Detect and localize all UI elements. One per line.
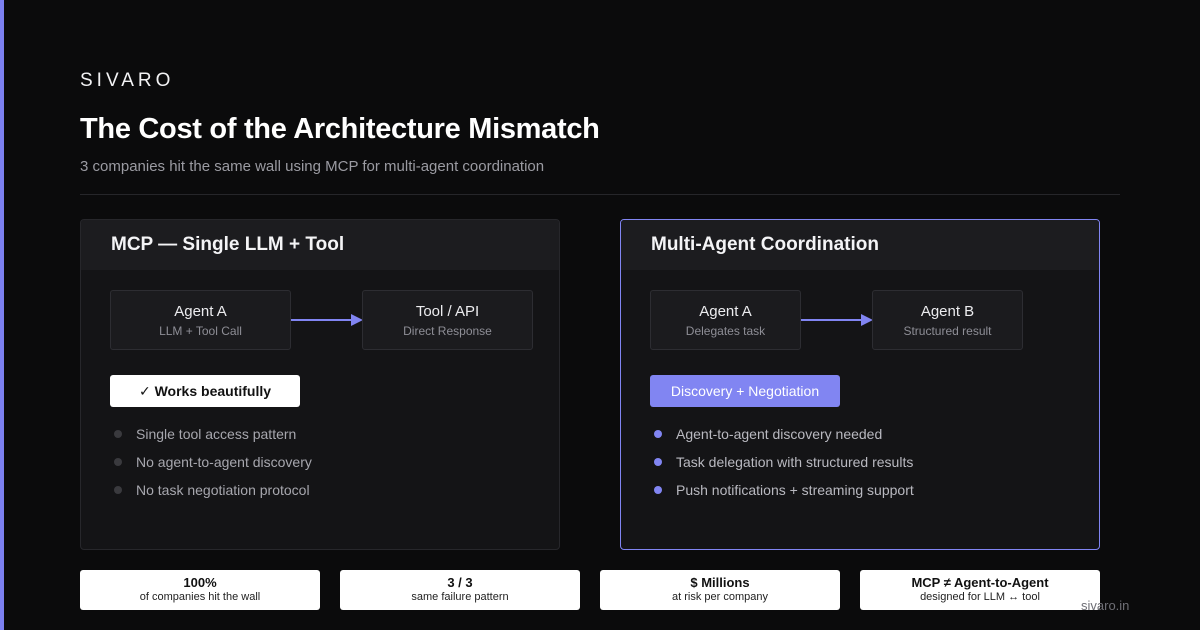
accent-bar [0,0,4,630]
stat-label: same failure pattern [411,591,509,603]
discovery-negotiation-badge: Discovery + Negotiation [650,375,840,407]
list-item-label: No task negotiation protocol [136,482,310,498]
node-subtitle: Structured result [903,323,992,338]
stat-label: of companies hit the wall [139,591,261,603]
stat-card: MCP ≠ Agent-to-Agent designed for LLM ↔ … [860,570,1100,610]
node-title: Agent A [699,302,752,320]
tool-api-node: Tool / API Direct Response [362,290,533,350]
stat-value: 3 / 3 [447,575,473,590]
list-item: Agent-to-agent discovery needed [650,420,914,448]
stat-label: designed for LLM ↔ tool [920,591,1040,603]
footer-url: sivaro.in [1081,598,1130,613]
list-item: Push notifications + streaming support [650,476,914,504]
stat-card: $ Millions at risk per company [600,570,840,610]
multi-agent-panel: Multi-Agent Coordination Agent A Delegat… [620,219,1100,550]
brand-logo: SIVARO [80,70,175,91]
node-subtitle: Direct Response [403,323,492,338]
agent-a-node: Agent A LLM + Tool Call [110,290,291,350]
stat-value: MCP ≠ Agent-to-Agent [911,575,1049,590]
page-title: The Cost of the Architecture Mismatch [80,113,600,145]
works-beautifully-badge: ✓ Works beautifully [110,375,300,407]
list-item: Single tool access pattern [110,420,312,448]
mcp-panel-heading: MCP — Single LLM + Tool [81,220,559,270]
list-item-label: No agent-to-agent discovery [136,454,312,470]
node-title: Agent B [920,302,975,320]
bullet-dot-icon [114,430,122,438]
mcp-bullet-list: Single tool access pattern No agent-to-a… [110,420,312,504]
list-item: No agent-to-agent discovery [110,448,312,476]
arrow-right-icon [801,314,873,326]
list-item-label: Task delegation with structured results [676,454,914,470]
node-subtitle: Delegates task [685,323,766,338]
mcp-panel: MCP — Single LLM + Tool Agent A LLM + To… [80,219,560,550]
stat-value: 100% [183,575,217,590]
bullet-dot-icon [654,430,662,438]
list-item: Task delegation with structured results [650,448,914,476]
bullet-dot-icon [654,458,662,466]
list-item-label: Push notifications + streaming support [676,482,914,498]
stat-card: 3 / 3 same failure pattern [340,570,580,610]
list-item: No task negotiation protocol [110,476,312,504]
multi-agent-panel-heading: Multi-Agent Coordination [621,220,1099,270]
page-subtitle: 3 companies hit the same wall using MCP … [80,158,545,175]
node-title: Agent A [174,302,227,320]
list-item-label: Single tool access pattern [136,426,297,442]
node-subtitle: LLM + Tool Call [159,323,242,338]
bullet-dot-icon [114,458,122,466]
header-divider [80,194,1120,195]
arrow-right-icon [291,314,363,326]
agent-b-node: Agent B Structured result [872,290,1023,350]
bullet-dot-icon [654,486,662,494]
agent-a-node: Agent A Delegates task [650,290,801,350]
node-title: Tool / API [415,302,480,320]
bullet-dot-icon [114,486,122,494]
stat-value: $ Millions [690,575,750,590]
multi-agent-bullet-list: Agent-to-agent discovery needed Task del… [650,420,914,504]
stat-card: 100% of companies hit the wall [80,570,320,610]
stat-label: at risk per company [672,591,768,603]
list-item-label: Agent-to-agent discovery needed [676,426,883,442]
